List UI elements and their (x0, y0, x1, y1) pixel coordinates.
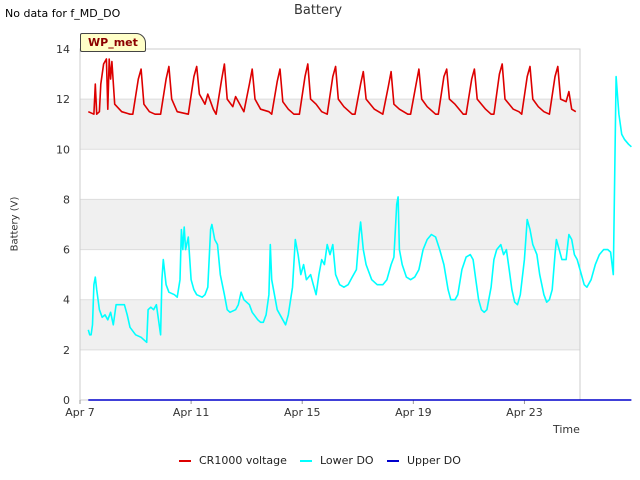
legend-label-cr1000: CR1000 voltage (199, 454, 287, 467)
y-tick-label: 4 (63, 294, 70, 307)
grid-band (80, 99, 580, 150)
legend-swatch-cr1000 (179, 459, 191, 462)
legend-label-lower-do: Lower DO (320, 454, 374, 467)
y-tick-label: 8 (63, 193, 70, 206)
y-tick-label: 6 (63, 244, 70, 257)
legend-item-cr1000-voltage: CR1000 voltage (179, 454, 287, 467)
y-tick-label: 2 (63, 344, 70, 357)
y-tick-label: 10 (56, 143, 70, 156)
legend-item-upper-do: Upper DO (387, 454, 461, 467)
legend-swatch-lower-do (300, 459, 312, 462)
legend-swatch-upper-do (387, 459, 399, 462)
legend-item-lower-do: Lower DO (300, 454, 374, 467)
site-badge: WP_met (80, 33, 146, 52)
legend-label-upper-do: Upper DO (407, 454, 461, 467)
x-tick-label: Apr 7 (65, 406, 95, 419)
legend: CR1000 voltage Lower DO Upper DO (0, 454, 640, 470)
y-tick-label: 14 (56, 43, 70, 56)
battery-chart: 02468101214Apr 7 Apr 11 Apr 15 Apr 19 Apr 23 (56, 43, 632, 419)
x-tick-label: Apr 15 (284, 406, 321, 419)
x-tick-label: Apr 19 (395, 406, 432, 419)
grid-band (80, 199, 580, 250)
x-tick-label: Apr 23 (506, 406, 543, 419)
y-tick-label: 12 (56, 93, 70, 106)
x-tick-label: Apr 11 (173, 406, 210, 419)
